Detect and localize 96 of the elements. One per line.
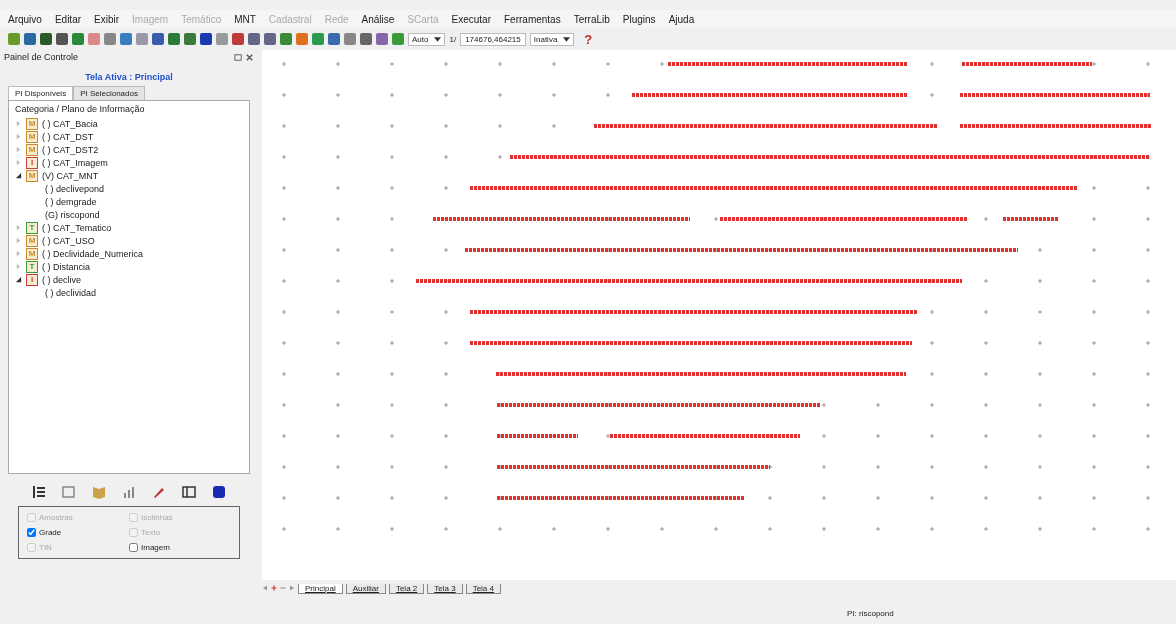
tree-item[interactable]: ( ) demgrade [45, 196, 97, 207]
checkbox-label: Amostras [39, 513, 73, 522]
tree-item[interactable]: ( ) declividad [45, 287, 97, 298]
menu-item[interactable]: Ajuda [668, 13, 695, 25]
category-icon: M [26, 169, 38, 182]
category-icon: T [26, 260, 38, 273]
checkbox-label: Grade [39, 528, 62, 537]
status-text: PI: riscopond [847, 608, 894, 618]
category-icon: M [26, 130, 38, 143]
chart-icon[interactable] [121, 484, 137, 500]
panel-icon[interactable] [181, 484, 197, 500]
float-icon[interactable] [234, 52, 243, 62]
tab[interactable]: Tela 4 [465, 584, 501, 594]
tool-icon[interactable] [136, 33, 148, 45]
tool-icon[interactable] [72, 33, 84, 45]
tool-icon[interactable] [56, 33, 68, 45]
tool-icon[interactable] [152, 33, 164, 45]
tab[interactable]: Tela 2 [388, 584, 425, 594]
tool-icon[interactable] [104, 33, 116, 45]
category-icon: M [26, 143, 38, 156]
active-screen-label: Tela Ativa : Principal [84, 72, 174, 82]
close-icon[interactable] [245, 52, 254, 62]
tree-item[interactable]: ( ) CAT_Bacia [42, 118, 98, 129]
zoom-dropdown[interactable]: Auto [408, 32, 446, 46]
tool-icon[interactable] [280, 33, 292, 45]
checkbox[interactable] [129, 543, 138, 552]
tree-item[interactable]: ( ) Distancia [42, 261, 90, 272]
tree-item[interactable]: ( ) CAT_Tematico [42, 222, 112, 233]
tool-icon[interactable] [200, 33, 212, 45]
checkbox-label: TIN [39, 543, 52, 552]
tab[interactable]: Tela 3 [427, 584, 463, 594]
tree-item[interactable]: (V) CAT_MNT [42, 170, 99, 181]
tree-header: Categoria / Plano de Informação [15, 104, 146, 114]
tool-icon[interactable] [184, 33, 196, 45]
tool-icon[interactable] [248, 33, 260, 45]
expander-icon[interactable] [15, 172, 22, 179]
tree-item[interactable]: ( ) CAT_Imagem [42, 157, 108, 168]
state-dropdown[interactable]: Inativa [529, 32, 575, 46]
menu-item[interactable]: Editar [54, 13, 82, 25]
checkbox-label: Texto [141, 528, 161, 537]
menu-item[interactable]: Exibir [94, 13, 120, 25]
add-icon[interactable] [271, 585, 277, 591]
tool-icon[interactable] [216, 33, 228, 45]
caret-icon [563, 36, 571, 42]
tool-icon[interactable] [8, 33, 20, 45]
scale-field[interactable]: 174676,464215 [460, 32, 526, 46]
tab[interactable]: PI Selecionados [73, 86, 145, 100]
tree-item[interactable]: ( ) CAT_USO [42, 235, 95, 246]
tool-icon[interactable] [168, 33, 180, 45]
left-arrow-icon[interactable] [262, 585, 268, 591]
menu-item[interactable]: Plugins [622, 13, 656, 25]
tool-icon[interactable] [360, 33, 372, 45]
help-button[interactable]: ? [578, 31, 599, 47]
tool-icon[interactable] [296, 33, 308, 45]
tool-icon[interactable] [264, 33, 276, 45]
menu-item[interactable]: Análise [361, 13, 395, 25]
tool-icon[interactable] [232, 33, 244, 45]
tool-icon[interactable] [40, 33, 52, 45]
caret-icon [434, 36, 442, 42]
menu-item[interactable]: Ferramentas [504, 13, 561, 25]
window-icon[interactable] [61, 484, 77, 500]
category-icon: M [26, 247, 38, 260]
right-arrow-icon[interactable] [289, 585, 295, 591]
category-icon: I [26, 156, 38, 169]
menu-item[interactable]: TerraLib [573, 13, 610, 25]
tool-icon[interactable] [120, 33, 132, 45]
tool-icon[interactable] [24, 33, 36, 45]
checkbox-label: Imagem [141, 543, 170, 552]
list-icon[interactable] [31, 484, 47, 500]
tab[interactable]: Auxiliar [345, 584, 386, 594]
tree-item[interactable]: ( ) declivepond [45, 183, 105, 194]
tool-icon[interactable] [328, 33, 340, 45]
scale-prefix: 1/ [449, 34, 457, 44]
menu-item[interactable]: Arquivo [8, 13, 42, 25]
category-icon: I [26, 273, 38, 286]
tool-icon[interactable] [344, 33, 356, 45]
checkbox-label: Isolinhas [141, 513, 173, 522]
tree-item[interactable]: ( ) CAT_DST [42, 131, 94, 142]
tree-item[interactable]: ( ) declive [42, 274, 81, 285]
tree-item[interactable]: ( ) Declividade_Numerica [42, 248, 144, 259]
tree-item[interactable]: ( ) CAT_DST2 [42, 144, 99, 155]
tool-icon[interactable] [312, 33, 324, 45]
expander-icon[interactable] [15, 276, 22, 283]
checkbox[interactable] [27, 528, 36, 537]
category-icon: M [26, 234, 38, 247]
tool-icon[interactable] [392, 33, 404, 45]
menu-item[interactable]: MNT [234, 13, 256, 25]
tab[interactable]: Principal [298, 584, 343, 594]
menu-item[interactable]: Executar [451, 13, 491, 25]
category-icon: M [26, 117, 38, 130]
tab[interactable]: PI Disponíveis [8, 86, 74, 100]
tool-icon[interactable] [376, 33, 388, 45]
category-icon: T [26, 221, 38, 234]
tree-item[interactable]: (G) riscopond [45, 209, 100, 220]
panel-title: Painel de Controle [4, 52, 79, 62]
remove-icon[interactable] [280, 585, 286, 591]
